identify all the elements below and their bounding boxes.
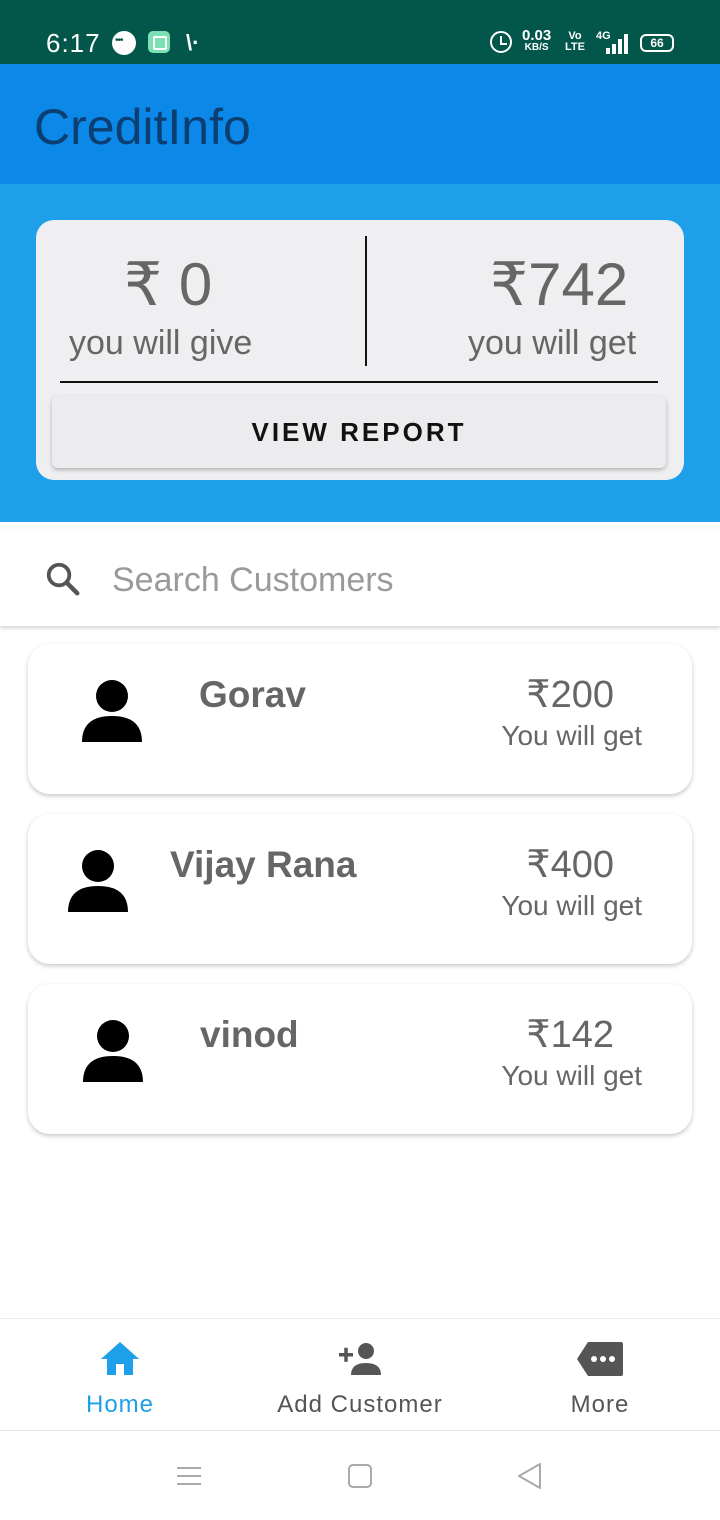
network-speed-unit: KB/S [524, 42, 549, 53]
customer-status: You will get [501, 890, 642, 921]
volte-bottom: LTE [565, 41, 585, 53]
person-icon [83, 1020, 143, 1082]
menu-icon[interactable] [174, 1461, 204, 1491]
get-amount: ₹742 [490, 251, 629, 318]
customer-name: Gorav [199, 674, 306, 715]
customer-card[interactable]: vinod ₹142 You will get [28, 984, 692, 1134]
app-bar: CreditInfo [0, 64, 720, 184]
home-icon [101, 1342, 139, 1375]
nav-label-add-customer: Add Customer [277, 1391, 443, 1418]
customer-card[interactable]: Vijay Rana ₹400 You will get [28, 814, 692, 964]
view-report-button[interactable]: VIEW REPORT [52, 396, 666, 468]
summary-section: ₹ 0 you will give ₹742 you will get VIEW… [0, 184, 720, 522]
customer-card[interactable]: Gorav ₹200 You will get [28, 644, 692, 794]
search-bar [0, 530, 720, 626]
back-icon[interactable] [515, 1461, 545, 1491]
customer-name: Vijay Rana [170, 844, 357, 885]
alarm-icon [490, 31, 512, 53]
add-person-icon [339, 1343, 381, 1375]
customer-name: vinod [200, 1014, 299, 1055]
nav-label-more: More [570, 1391, 630, 1418]
more-tag-icon [577, 1342, 623, 1376]
search-input[interactable] [112, 554, 672, 606]
nav-item-add-customer[interactable]: Add Customer [240, 1319, 480, 1431]
person-icon [82, 680, 142, 742]
app-title: CreditInfo [34, 99, 251, 155]
battery-icon: 66 [640, 34, 674, 52]
customer-status: You will get [501, 720, 642, 751]
nav-item-home[interactable]: Home [0, 1319, 240, 1431]
system-navigation-bar [0, 1430, 720, 1520]
volte-indicator: Vo LTE [565, 31, 585, 53]
get-label: you will get [468, 324, 637, 362]
app-notification-icon [148, 31, 170, 53]
chat-bubble-icon [112, 31, 136, 55]
nav-item-more[interactable]: More [480, 1319, 720, 1431]
give-label: you will give [69, 324, 253, 362]
nav-label-home: Home [85, 1391, 155, 1418]
vertical-divider [365, 236, 367, 366]
give-amount: ₹ 0 [124, 251, 213, 318]
person-icon [68, 850, 128, 912]
customer-status: You will get [501, 1060, 642, 1091]
status-time: 6:17 [46, 28, 101, 58]
home-square-icon[interactable] [345, 1461, 375, 1491]
status-bar: 6:17 \· 0.03 KB/S Vo LTE 4G 66 [0, 0, 720, 64]
customer-amount: ₹400 [526, 844, 614, 886]
search-icon [46, 562, 80, 596]
customer-amount: ₹142 [526, 1014, 614, 1056]
signal-mark-icon: \· [186, 30, 200, 55]
network-speed: 0.03 KB/S [522, 28, 551, 54]
bottom-navigation: Home Add Customer More [0, 1318, 720, 1430]
summary-card: ₹ 0 you will give ₹742 you will get VIEW… [36, 220, 684, 480]
customer-amount: ₹200 [526, 674, 614, 716]
horizontal-divider [60, 381, 658, 383]
signal-bars-icon [600, 32, 630, 54]
